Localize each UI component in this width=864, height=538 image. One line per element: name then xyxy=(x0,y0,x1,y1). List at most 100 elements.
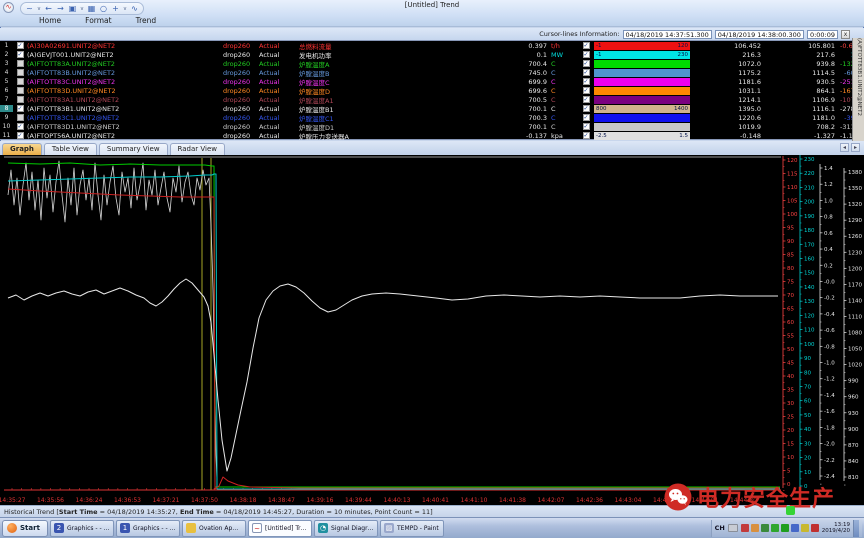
pen-scale-checkbox[interactable]: ✓ xyxy=(583,96,590,103)
pen-visible-checkbox[interactable]: ✓ xyxy=(17,123,24,130)
pen-current-value: 699.6 xyxy=(469,87,551,95)
pen-table: 1✓(A)30A02691.UNIT2@NET2drop260Actual总燃料… xyxy=(0,40,864,140)
pen-unit: C xyxy=(551,96,579,104)
x-tick-label: 14:44:01 xyxy=(692,497,719,504)
y-tick-label: 55 xyxy=(787,334,794,340)
pen-scale-checkbox[interactable]: ✓ xyxy=(583,87,590,94)
pen-scale-checkbox[interactable]: ✓ xyxy=(583,123,590,130)
pen-cursor1-value: 216.3 xyxy=(691,51,761,59)
taskbar-button-trend[interactable]: ~[Untitled] Trend xyxy=(248,520,312,537)
pen-row-11[interactable]: 11✓(A)FTOPT56A.UNIT2@NET2drop260Actual炉膛… xyxy=(0,131,864,140)
back-arrow-icon[interactable]: ← xyxy=(44,4,53,14)
tab-summary-view[interactable]: Summary View xyxy=(99,143,168,155)
pen-scale-checkbox[interactable]: ✓ xyxy=(583,114,590,121)
y-tick-label: -0.8 xyxy=(824,344,835,350)
pen-color-bar: 8001400 xyxy=(594,105,690,113)
pen-color-bar xyxy=(594,87,690,95)
pen-visible-checkbox[interactable] xyxy=(17,78,24,85)
pen-mode: Actual xyxy=(259,105,299,113)
printer-icon[interactable] xyxy=(728,524,738,532)
pen-unit: MW xyxy=(551,51,579,59)
pen-mode: Actual xyxy=(259,51,299,59)
tray-icon-3[interactable] xyxy=(761,524,769,532)
pen-visible-checkbox[interactable] xyxy=(17,114,24,121)
taskbar: Start 2Graphics - - C:\Ovati...1Graphics… xyxy=(0,517,864,538)
tab-table-view[interactable]: Table View xyxy=(44,143,97,155)
pen-range-max: 1.5 xyxy=(679,132,688,140)
pen-drop: drop260 xyxy=(223,60,259,68)
pen-range-max: 120 xyxy=(678,42,689,50)
pen-visible-checkbox[interactable] xyxy=(17,87,24,94)
taskbar-button-graphics-1[interactable]: 1Graphics - - C:\Ovati... xyxy=(116,520,180,537)
language-indicator[interactable]: CH xyxy=(715,524,725,532)
y-tick-label: 180 xyxy=(804,228,815,234)
y-tick-label: 0.4 xyxy=(824,247,833,253)
y-tick-label: -1.4 xyxy=(824,393,835,399)
selected-pen-vertical-label: (A)FTOTT83B1.UNIT2@NET2 xyxy=(852,38,864,141)
dropdown-caret-icon[interactable]: v xyxy=(123,4,127,14)
menu-item-trend[interactable]: Trend xyxy=(133,16,160,27)
tray-icon-7[interactable] xyxy=(801,524,809,532)
tab-radar-view[interactable]: Radar View xyxy=(170,143,225,155)
pen-scale-checkbox[interactable]: ✓ xyxy=(583,132,590,139)
pen-visible-checkbox[interactable]: ✓ xyxy=(17,105,24,112)
trend-chart-icon[interactable]: ~ xyxy=(25,4,34,14)
pen-scale-checkbox[interactable]: ✓ xyxy=(583,60,590,67)
pen-visible-checkbox[interactable] xyxy=(17,96,24,103)
close-icon[interactable]: x xyxy=(841,30,850,39)
taskbar-button-signal[interactable]: ◔Signal Diagram Viewe... xyxy=(314,520,378,537)
pen-scale-checkbox[interactable]: ✓ xyxy=(583,69,590,76)
pen-unit: C xyxy=(551,69,579,77)
y-tick-label: 130 xyxy=(804,299,815,305)
pen-scale-checkbox[interactable]: ✓ xyxy=(583,105,590,112)
pen-visible-checkbox[interactable] xyxy=(17,69,24,76)
zoom-icon[interactable]: ○ xyxy=(99,4,108,14)
menu-item-format[interactable]: Format xyxy=(82,16,114,27)
add-pen-icon[interactable]: + xyxy=(111,4,120,14)
y-tick-label: 70 xyxy=(804,384,811,390)
tray-icon-8[interactable] xyxy=(811,524,819,532)
pen-cursor1-value: 1220.6 xyxy=(691,114,761,122)
pen-visible-checkbox[interactable]: ✓ xyxy=(17,51,24,58)
dropdown-caret-icon[interactable]: v xyxy=(80,4,84,14)
cursor-duration: 0:00:09 xyxy=(807,30,838,39)
trend-chart-area[interactable]: 14:35:2714:35:5614:36:2414:36:5314:37:21… xyxy=(0,155,864,505)
pen-visible-checkbox[interactable]: ✓ xyxy=(17,42,24,49)
pen-cursor2-value: 930.5 xyxy=(761,78,835,86)
x-tick-label: 14:36:53 xyxy=(114,497,141,504)
y-tick-label: 150 xyxy=(804,271,815,277)
show-desktop-button[interactable] xyxy=(853,520,859,537)
row-number: 3 xyxy=(0,60,13,67)
taskbar-button-paint[interactable]: ▨TEMPD - Paint xyxy=(380,520,444,537)
dropdown-caret-icon[interactable]: v xyxy=(37,4,41,14)
pen-scale-checkbox[interactable]: ✓ xyxy=(583,42,590,49)
tab-graph[interactable]: Graph xyxy=(2,143,42,155)
y-tick-label: 220 xyxy=(804,171,815,177)
menu-item-home[interactable]: Home xyxy=(36,16,64,27)
tray-icon-2[interactable] xyxy=(751,524,759,532)
pen-scale-checkbox[interactable]: ✓ xyxy=(583,78,590,85)
pen-scale-checkbox[interactable]: ✓ xyxy=(583,51,590,58)
y-tick-label: 5 xyxy=(787,469,791,475)
tray-icon-4[interactable] xyxy=(771,524,779,532)
forward-arrow-icon[interactable]: → xyxy=(56,4,65,14)
row-number: 2 xyxy=(0,51,13,58)
tray-icon-1[interactable] xyxy=(741,524,749,532)
grid-layout-icon[interactable]: ▦ xyxy=(87,4,96,14)
taskbar-button-graphics-2[interactable]: 2Graphics - - C:\Ovati... xyxy=(50,520,114,537)
pen-visible-checkbox[interactable]: ✓ xyxy=(17,132,24,139)
y-tick-label: -1.0 xyxy=(824,361,835,367)
taskbar-button-folder[interactable]: Ovation Applications xyxy=(182,520,246,537)
pen-drop: drop260 xyxy=(223,123,259,131)
tabs-scroll-left-icon[interactable]: ◂ xyxy=(840,143,849,152)
tray-icon-5[interactable] xyxy=(781,524,789,532)
start-button[interactable]: Start xyxy=(2,520,48,537)
tray-icon-6[interactable] xyxy=(791,524,799,532)
pen-visible-checkbox[interactable] xyxy=(17,60,24,67)
pen-range-min: 800 xyxy=(596,105,607,113)
y-tick-label: 30 xyxy=(787,401,794,407)
tabs-scroll-right-icon[interactable]: ▸ xyxy=(851,143,860,152)
trend-plot[interactable]: 14:35:2714:35:5614:36:2414:36:5314:37:21… xyxy=(0,155,864,505)
export-image-icon[interactable]: ▣ xyxy=(68,4,77,14)
sparkline-icon[interactable]: ∿ xyxy=(130,4,139,14)
